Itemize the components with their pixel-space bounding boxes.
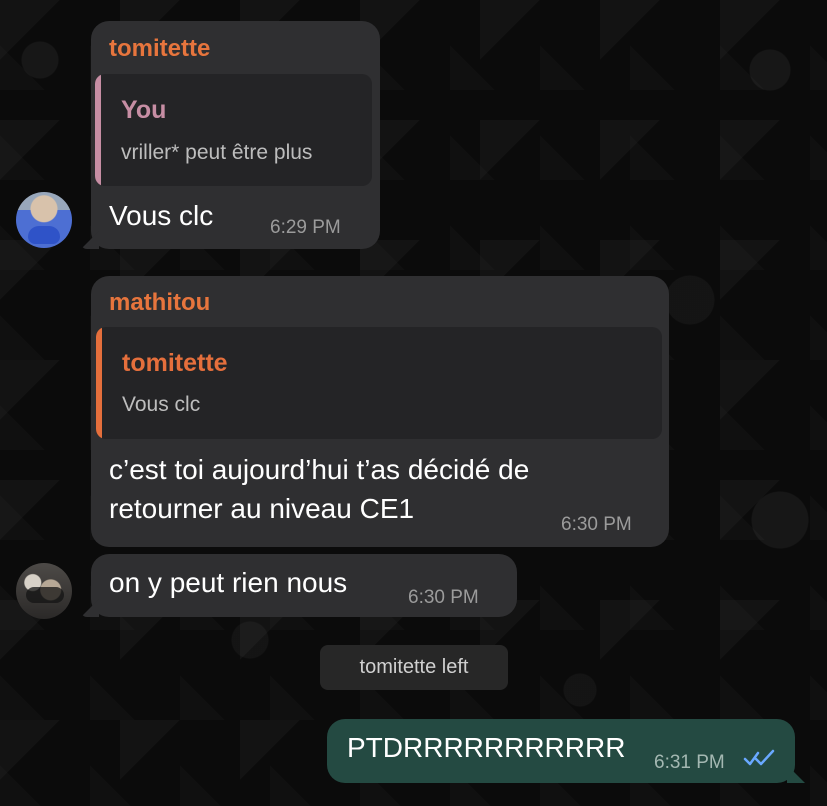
message-bubble-tomitette[interactable]: tomitette You vriller* peut être plus Vo…	[91, 21, 380, 249]
outgoing-message-time: 6:31 PM	[654, 752, 725, 773]
sender-name: mathitou	[109, 289, 211, 316]
outgoing-message-text: PTDRRRRRRRRRRR	[347, 732, 626, 763]
reply-accent-bar	[96, 327, 102, 439]
avatar-tomitette[interactable]	[16, 192, 72, 248]
reply-preview[interactable]: You vriller* peut être plus	[95, 74, 372, 186]
message-text-line-1: c’est toi aujourd’hui t’as décidé de	[109, 454, 530, 485]
message-text-line-2: retourner au niveau CE1	[109, 493, 415, 524]
sender-name: tomitette	[109, 35, 211, 62]
message-text: Vous clc	[109, 200, 214, 231]
message-text: on y peut rien nous	[109, 567, 348, 598]
message-time: 6:29 PM	[270, 217, 341, 238]
double-check-icon	[743, 749, 775, 766]
reply-preview[interactable]: tomitette Vous clc	[96, 327, 662, 439]
reply-author: tomitette	[122, 349, 228, 377]
reply-snippet: Vous clc	[122, 393, 201, 416]
reply-author: You	[121, 96, 167, 124]
outgoing-message-bubble[interactable]: PTDRRRRRRRRRRR 6:31 PM	[327, 719, 795, 783]
message-time: 6:30 PM	[561, 514, 632, 535]
message-time: 6:30 PM	[408, 587, 479, 608]
reply-accent-bar	[95, 74, 101, 186]
reply-snippet: vriller* peut être plus	[121, 141, 313, 164]
message-bubble-mathitou[interactable]: mathitou tomitette Vous clc c’est toi au…	[91, 276, 669, 547]
system-notice: tomitette left	[320, 645, 508, 690]
avatar-mathitou[interactable]	[16, 563, 72, 619]
message-bubble-continuation[interactable]: on y peut rien nous 6:30 PM	[91, 554, 517, 617]
